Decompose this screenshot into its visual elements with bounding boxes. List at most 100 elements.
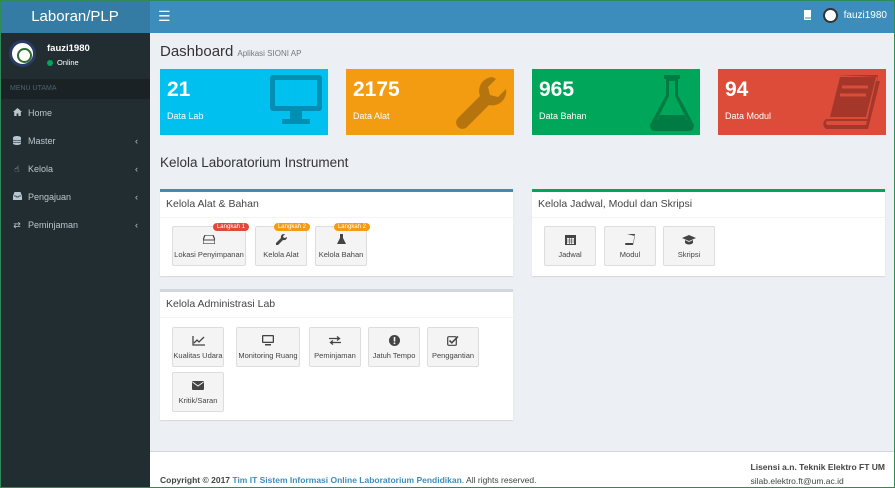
page-title-text: Dashboard: [160, 43, 234, 60]
tile-label: Jadwal: [558, 249, 582, 259]
wrench-icon: [275, 234, 287, 246]
home-icon: [12, 108, 22, 118]
sidebar: fauzi1980 Online MENU UTAMA Home Master …: [0, 33, 150, 488]
tile-label: Penggantian: [431, 350, 475, 360]
line-chart-icon: [191, 335, 205, 347]
monitor-icon: [270, 75, 322, 124]
app-logo-text: Laboran/PLP: [31, 8, 119, 25]
chevron-left-icon: ‹: [135, 192, 138, 202]
sidebar-toggle-icon[interactable]: ☰: [158, 8, 171, 25]
tile-kritik-saran[interactable]: Kritik/Saran: [172, 372, 224, 412]
stat-box-bahan[interactable]: 965 Data Bahan: [532, 69, 700, 135]
tile-kelola-alat[interactable]: Langkah 2 Kelola Alat: [255, 223, 310, 266]
tile-label: Skripsi: [677, 249, 701, 259]
app-logo[interactable]: Laboran/PLP: [0, 0, 150, 33]
book-icon: [823, 75, 880, 129]
sidebar-item-label: Peminjaman: [28, 220, 79, 230]
sidebar-item-home[interactable]: Home: [0, 99, 150, 127]
tile-penggantian[interactable]: Penggantian: [427, 327, 479, 367]
check-square-icon: [447, 335, 459, 347]
book-icon: [625, 234, 635, 246]
stat-value: 2175: [353, 78, 400, 101]
box-kelola-jadwal: Kelola Jadwal, Modul dan Skripsi Jadwal …: [532, 189, 885, 276]
menu-header: MENU UTAMA: [0, 79, 150, 99]
tile-lokasi-penyimpanan[interactable]: Langkah 1 Lokasi Penyimpanan: [172, 223, 249, 266]
top-navbar: ☰ fauzi1980: [150, 0, 895, 33]
monitor-icon: [262, 335, 274, 347]
avatar: [9, 40, 36, 67]
footer-team-link[interactable]: Tim IT Sistem Informasi Online Laborator…: [232, 475, 461, 485]
box-kelola-alat-bahan: Kelola Alat & Bahan Langkah 1 Lokasi Pen…: [160, 189, 513, 276]
box-title: Kelola Jadwal, Modul dan Skripsi: [532, 192, 885, 218]
sidebar-item-label: Master: [28, 136, 56, 146]
user-menu-name: fauzi1980: [843, 10, 887, 21]
box-title: Kelola Administrasi Lab: [160, 292, 513, 318]
sidebar-item-kelola[interactable]: ☝ Kelola ‹: [0, 155, 150, 183]
inbox-icon: [12, 192, 22, 202]
stat-box-lab[interactable]: 21 Data Lab: [160, 69, 328, 135]
book-icon[interactable]: [803, 9, 813, 21]
chevron-left-icon: ‹: [135, 136, 138, 146]
chevron-left-icon: ‹: [135, 164, 138, 174]
tile-monitoring-ruang[interactable]: Monitoring Ruang: [236, 327, 300, 367]
tile-label: Monitoring Ruang: [238, 350, 298, 360]
section-title: Kelola Laboratorium Instrument: [160, 155, 349, 170]
step-badge: Langkah 1: [212, 223, 249, 231]
tile-label: Kualitas Udara: [173, 350, 223, 360]
contact-email: silab.elektro.ft@um.ac.id: [750, 476, 844, 486]
tile-skripsi[interactable]: Skripsi: [663, 226, 715, 266]
sidebar-item-label: Kelola: [28, 164, 54, 174]
footer-license: Lisensi a.n. Teknik Elektro FT UM silab.…: [751, 462, 885, 486]
footer: Copyright © 2017 Tim IT Sistem Informasi…: [150, 451, 895, 488]
wrench-icon: [456, 77, 507, 129]
stat-box-alat[interactable]: 2175 Data Alat: [346, 69, 514, 135]
footer-copyright: Copyright © 2017 Tim IT Sistem Informasi…: [160, 475, 536, 485]
step-badge: Langkah 2: [273, 223, 310, 231]
tile-modul[interactable]: Modul: [604, 226, 656, 266]
tile-label: Kelola Alat: [263, 249, 299, 259]
tile-label: Modul: [619, 249, 641, 259]
flask-icon: [336, 234, 346, 246]
stat-value: 21: [167, 78, 191, 101]
user-name: fauzi1980: [47, 43, 90, 54]
user-panel: fauzi1980 Online: [0, 33, 150, 77]
tile-jatuh-tempo[interactable]: Jatuh Tempo: [368, 327, 420, 367]
exchange-icon: ⇄: [13, 219, 21, 230]
tile-label: Jatuh Tempo: [372, 350, 416, 360]
sidebar-item-peminjaman[interactable]: ⇄ Peminjaman ‹: [0, 211, 150, 239]
tile-peminjaman[interactable]: Peminjaman: [309, 327, 361, 367]
box-kelola-administrasi: Kelola Administrasi Lab Kualitas Udara M…: [160, 289, 513, 420]
hdd-icon: [203, 234, 215, 246]
license-text: Lisensi a.n. Teknik Elektro FT UM: [750, 462, 885, 472]
status-text: Online: [57, 58, 79, 67]
main-content: Dashboard Aplikasi SIONI AP 21 Data Lab 2…: [150, 33, 895, 451]
envelope-icon: [192, 380, 204, 392]
stat-value: 965: [539, 78, 575, 101]
tile-label: Peminjaman: [314, 350, 356, 360]
online-dot-icon: [47, 59, 53, 66]
tile-kelola-bahan[interactable]: Langkah 2 Kelola Bahan: [315, 223, 370, 266]
sidebar-item-pengajuan[interactable]: Pengajuan ‹: [0, 183, 150, 211]
rights-text: . All rights reserved.: [461, 475, 537, 485]
hand-icon: ☝: [14, 163, 20, 174]
calendar-icon: [564, 234, 576, 246]
sidebar-item-label: Pengajuan: [28, 192, 72, 202]
tile-kualitas-udara[interactable]: Kualitas Udara: [172, 327, 224, 367]
sidebar-item-label: Home: [28, 108, 53, 118]
stat-label: Data Alat: [353, 111, 390, 121]
graduation-cap-icon: [682, 234, 696, 246]
status-badge: Online: [47, 58, 79, 67]
user-menu[interactable]: fauzi1980: [822, 8, 887, 23]
page-subtitle: Aplikasi SIONI AP: [237, 49, 302, 58]
stat-box-modul[interactable]: 94 Data Modul: [718, 69, 886, 135]
exchange-icon: [329, 335, 341, 347]
avatar: [822, 8, 838, 23]
step-badge: Langkah 2: [333, 223, 370, 231]
tile-label: Kelola Bahan: [318, 249, 364, 259]
sidebar-item-master[interactable]: Master ‹: [0, 127, 150, 155]
page-title: Dashboard Aplikasi SIONI AP: [160, 43, 301, 60]
tile-label: Lokasi Penyimpanan: [174, 249, 244, 259]
database-icon: [12, 135, 22, 147]
tile-jadwal[interactable]: Jadwal: [544, 226, 596, 266]
stat-value: 94: [725, 78, 749, 101]
